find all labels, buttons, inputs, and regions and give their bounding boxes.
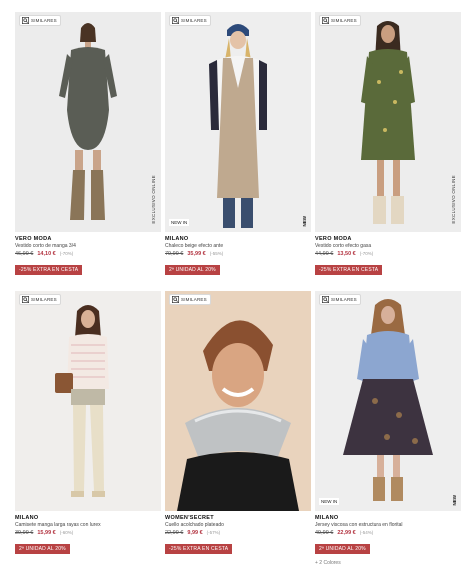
original-price: 46,99 € xyxy=(15,251,34,257)
similar-search-icon xyxy=(172,17,179,24)
promo-badge: -25% EXTRA EN CESTA xyxy=(15,265,83,275)
product-info: VERO MODA Vestido corto efecto gasa 44,9… xyxy=(315,232,461,276)
product-info: MILANO Jersey viscosa con estructura en … xyxy=(315,511,461,566)
promo-badge: 2ª UNIDAD AL 20% xyxy=(315,544,370,554)
model-photo xyxy=(165,291,311,511)
similar-search-icon xyxy=(22,17,29,24)
sale-price: 22,99 € xyxy=(337,530,356,536)
product-name[interactable]: Cuello acolchado plateado xyxy=(165,522,311,529)
price-row: 44,99 € 13,50 € (-70%) xyxy=(315,250,461,258)
model-photo xyxy=(315,291,461,511)
product-info: MILANO Camisete manga larga rayas con lu… xyxy=(15,511,161,555)
product-name[interactable]: Vestido corto de manga 3/4 xyxy=(15,243,161,250)
model-photo xyxy=(15,291,161,511)
product-image[interactable]: SIMILARES NEW IN NEW xyxy=(315,291,461,511)
product-image[interactable]: SIMILARES xyxy=(165,291,311,511)
similar-label: SIMILARES xyxy=(331,297,357,302)
product-brand: VERO MODA xyxy=(15,236,52,242)
similar-button[interactable]: SIMILARES xyxy=(19,294,61,305)
discount-percent: (-55%) xyxy=(209,251,224,256)
sale-price: 9,99 € xyxy=(187,530,203,536)
similar-search-icon xyxy=(172,296,179,303)
product-name[interactable]: Vestido corto efecto gasa xyxy=(315,243,461,250)
product-card[interactable]: SIMILARES NEW IN NEW MILANO Chaleco beig… xyxy=(165,12,311,276)
similar-button[interactable]: SIMILARES xyxy=(169,294,211,305)
product-brand: MILANO xyxy=(315,515,339,521)
promo-badge: 2ª UNIDAD AL 20% xyxy=(165,265,220,275)
product-card[interactable]: SIMILARES NEW IN NEW MILANO Jersey visco… xyxy=(315,291,461,566)
exclusive-online-tag: EXCLUSIVO ONLINE xyxy=(151,175,156,224)
new-vertical-tag: NEW xyxy=(302,215,307,227)
similar-label: SIMILARES xyxy=(31,297,57,302)
price-row: 46,99 € 14,10 € (-70%) xyxy=(15,250,161,258)
discount-percent: (-57%) xyxy=(206,530,221,535)
product-card[interactable]: SIMILARES EXCLUSIVO ONLINE VERO MODA Ves… xyxy=(15,12,161,276)
similar-button[interactable]: SIMILARES xyxy=(19,15,61,26)
price-row: 79,99 € 35,99 € (-55%) xyxy=(165,250,311,258)
discount-percent: (-70%) xyxy=(59,251,74,256)
product-info: VERO MODA Vestido corto de manga 3/4 46,… xyxy=(15,232,161,276)
price-row: 39,99 € 15,99 € (-60%) xyxy=(15,529,161,537)
price-row: 49,99 € 22,99 € (-54%) xyxy=(315,529,461,537)
similar-search-icon xyxy=(322,296,329,303)
price-row: 22,99 € 9,99 € (-57%) xyxy=(165,529,311,537)
new-in-tag: NEW IN xyxy=(319,498,340,505)
promo-badge: 2ª UNIDAD AL 20% xyxy=(15,544,70,554)
similar-search-icon xyxy=(22,296,29,303)
similar-button[interactable]: SIMILARES xyxy=(319,15,361,26)
similar-label: SIMILARES xyxy=(31,18,57,23)
original-price: 79,99 € xyxy=(165,251,184,257)
sale-price: 35,99 € xyxy=(187,251,206,257)
similar-button[interactable]: SIMILARES xyxy=(319,294,361,305)
model-photo xyxy=(165,12,311,232)
product-brand: WOMEN'SECRET xyxy=(165,515,214,521)
product-row: SIMILARES EXCLUSIVO ONLINE VERO MODA Ves… xyxy=(15,12,461,282)
model-photo xyxy=(315,12,461,232)
discount-percent: (-60%) xyxy=(59,530,74,535)
product-info: WOMEN'SECRET Cuello acolchado plateado 2… xyxy=(165,511,311,555)
similar-label: SIMILARES xyxy=(181,18,207,23)
product-brand: MILANO xyxy=(165,236,189,242)
product-row: SIMILARES MILANO Camisete manga larga ra… xyxy=(15,291,461,566)
product-card[interactable]: SIMILARES MILANO Camisete manga larga ra… xyxy=(15,291,161,555)
product-image[interactable]: SIMILARES NEW IN NEW xyxy=(165,12,311,232)
product-card[interactable]: SIMILARES EXCLUSIVO ONLINE VERO MODA Ves… xyxy=(315,12,461,276)
sale-price: 15,99 € xyxy=(37,530,56,536)
product-name[interactable]: Camisete manga larga rayas con lurex xyxy=(15,522,161,529)
product-card[interactable]: SIMILARES WOMEN'SECRET Cuello acolchado … xyxy=(165,291,311,555)
original-price: 44,99 € xyxy=(315,251,334,257)
promo-badge: -25% EXTRA EN CESTA xyxy=(315,265,383,275)
similar-search-icon xyxy=(322,17,329,24)
more-colors-link[interactable]: + 2 Colores xyxy=(315,560,461,566)
exclusive-online-tag: EXCLUSIVO ONLINE xyxy=(451,175,456,224)
original-price: 39,99 € xyxy=(15,530,34,536)
product-brand: VERO MODA xyxy=(315,236,352,242)
product-info: MILANO Chaleco beige efecto ante 79,99 €… xyxy=(165,232,311,276)
product-image[interactable]: SIMILARES EXCLUSIVO ONLINE xyxy=(315,12,461,232)
original-price: 49,99 € xyxy=(315,530,334,536)
sale-price: 14,10 € xyxy=(37,251,56,257)
product-image[interactable]: SIMILARES EXCLUSIVO ONLINE xyxy=(15,12,161,232)
product-image[interactable]: SIMILARES xyxy=(15,291,161,511)
new-in-tag: NEW IN xyxy=(169,219,190,226)
product-name[interactable]: Jersey viscosa con estructura en florita… xyxy=(315,522,461,529)
model-photo xyxy=(15,12,161,232)
new-vertical-tag: NEW xyxy=(452,494,457,506)
product-name[interactable]: Chaleco beige efecto ante xyxy=(165,243,311,250)
product-brand: MILANO xyxy=(15,515,39,521)
similar-label: SIMILARES xyxy=(331,18,357,23)
original-price: 22,99 € xyxy=(165,530,184,536)
similar-button[interactable]: SIMILARES xyxy=(169,15,211,26)
promo-badge: -25% EXTRA EN CESTA xyxy=(165,544,233,554)
similar-label: SIMILARES xyxy=(181,297,207,302)
discount-percent: (-70%) xyxy=(359,251,374,256)
sale-price: 13,50 € xyxy=(337,251,356,257)
discount-percent: (-54%) xyxy=(359,530,374,535)
